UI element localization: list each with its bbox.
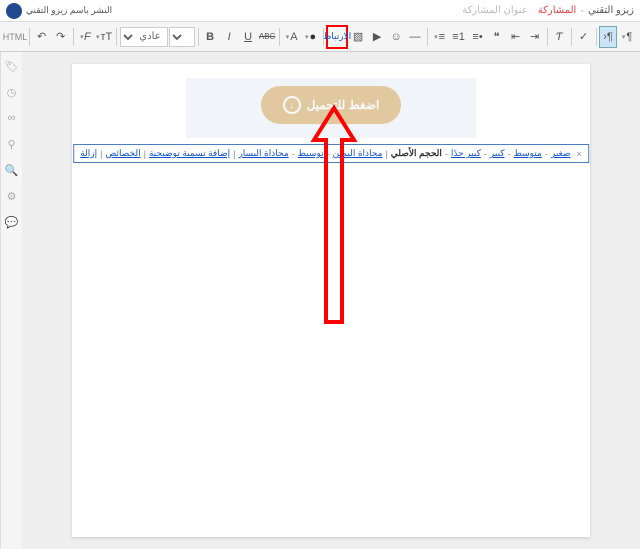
break-button[interactable]: — <box>406 26 424 48</box>
text-color-button[interactable]: A▾ <box>283 26 301 48</box>
font-size-button[interactable]: тT▾ <box>95 26 113 48</box>
header-bar: زيزو التقني · المشاركة عنوان المشاركة ال… <box>0 0 640 22</box>
download-icon: ↓ <box>283 96 301 114</box>
font-family-button[interactable]: F▾ <box>76 26 94 48</box>
editor-toolbar: HTML ↶ ↷ F▾ тT▾ عادي B I U ABC A▾ ●▾ الا… <box>0 22 640 52</box>
outdent-button[interactable]: ⇤ <box>507 26 525 48</box>
clock-icon[interactable]: ◷ <box>6 86 18 98</box>
align-left[interactable]: محاذاة اليسار <box>238 148 288 159</box>
spellcheck-button[interactable]: ✓ <box>575 26 593 48</box>
strike-button[interactable]: ABC <box>258 26 276 48</box>
ltr-button[interactable]: ¶‹ <box>599 26 617 48</box>
location-icon[interactable]: ⚲ <box>6 138 18 150</box>
italic-button[interactable]: I <box>220 26 238 48</box>
style-select[interactable] <box>169 27 195 47</box>
image-button[interactable]: ▧ <box>349 26 367 48</box>
video-button[interactable]: ▶ <box>368 26 386 48</box>
bg-color-button[interactable]: ●▾ <box>302 26 320 48</box>
options-icon[interactable]: ⚙ <box>6 190 18 202</box>
size-large[interactable]: كبير <box>490 148 505 159</box>
right-sidebar: 🏷 ◷ ∞ ⚲ 🔍 ⚙ 💬 <box>0 52 22 549</box>
format-select[interactable]: عادي <box>120 27 168 47</box>
rtl-button[interactable]: ¶▾ <box>618 26 636 48</box>
editor-area: اضغط للتحميل ↓ × صغير- متوسط- كبير- كبير… <box>22 52 640 549</box>
share-label[interactable]: المشاركة <box>538 5 577 16</box>
permalink-icon[interactable]: ∞ <box>6 112 18 124</box>
quote-button[interactable]: ❝ <box>488 26 506 48</box>
post-title-placeholder[interactable]: عنوان المشاركة <box>462 5 528 16</box>
bold-button[interactable]: B <box>201 26 219 48</box>
emoji-button[interactable]: ☺ <box>387 26 405 48</box>
download-button-image[interactable]: اضغط للتحميل ↓ <box>261 86 401 124</box>
align-right[interactable]: محاذاة اليمين <box>333 148 383 159</box>
redo-button[interactable]: ↷ <box>52 26 70 48</box>
html-mode-button[interactable]: HTML <box>4 26 26 48</box>
indent-button[interactable]: ⇥ <box>526 26 544 48</box>
size-original[interactable]: الحجم الأصلي <box>391 148 442 159</box>
size-medium[interactable]: متوسط <box>514 148 542 159</box>
editor-page[interactable]: اضغط للتحميل ↓ × صغير- متوسط- كبير- كبير… <box>72 64 590 537</box>
size-xlarge[interactable]: كبير جدًا <box>451 148 481 159</box>
undo-button[interactable]: ↶ <box>33 26 51 48</box>
link-button[interactable]: الارتباط <box>326 25 348 49</box>
clear-format-button[interactable]: Ƭ <box>550 26 568 48</box>
underline-button[interactable]: U <box>239 26 257 48</box>
remove[interactable]: إزالة <box>80 148 97 159</box>
search-icon[interactable]: 🔍 <box>6 164 18 176</box>
align-center[interactable]: توسيط <box>298 148 324 159</box>
publish-as: النشر باسم زيزو التقني <box>26 5 112 16</box>
blog-name[interactable]: زيزو التقني <box>588 5 634 16</box>
comment-icon[interactable]: 💬 <box>6 216 18 228</box>
tag-icon[interactable]: 🏷 <box>6 60 18 72</box>
ul-button[interactable]: •≡ <box>469 26 487 48</box>
properties[interactable]: الخصائص <box>105 148 140 159</box>
align-button[interactable]: ≡▾ <box>431 26 449 48</box>
ol-button[interactable]: 1≡ <box>450 26 468 48</box>
size-small[interactable]: صغير <box>551 148 571 159</box>
add-caption[interactable]: إضافة تسمية توضيحية <box>149 148 230 159</box>
avatar[interactable] <box>6 3 22 19</box>
image-options-toolbar: × صغير- متوسط- كبير- كبير جدًا- الحجم ال… <box>73 144 589 163</box>
close-icon[interactable]: × <box>577 149 582 159</box>
